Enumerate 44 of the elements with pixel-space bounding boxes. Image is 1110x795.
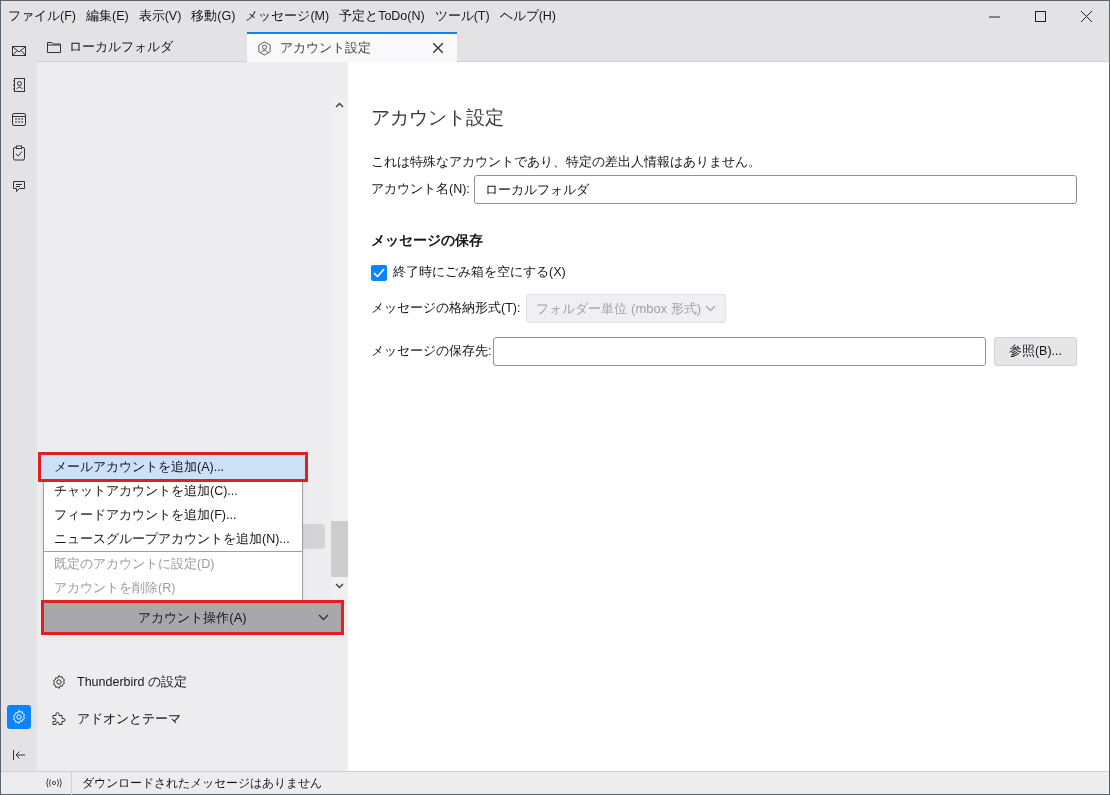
location-field[interactable] <box>493 337 986 366</box>
field-label: メッセージの格納形式(T): <box>371 300 521 318</box>
scroll-up-icon[interactable] <box>335 102 344 108</box>
menu-item[interactable]: フィードアカウントを追加(F)... <box>44 503 302 527</box>
account-icon <box>257 40 272 56</box>
chevron-icon <box>318 614 329 621</box>
account-actions-button[interactable]: アカウント操作(A) <box>41 600 344 635</box>
tab[interactable]: ローカルフォルダ <box>37 32 247 62</box>
menu-item[interactable]: チャットアカウントを追加(C)... <box>44 479 302 503</box>
menu-item[interactable]: ニュースグループアカウントを追加(N)... <box>44 527 302 551</box>
close-icon[interactable] <box>1080 11 1092 22</box>
status-text: ダウンロードされたメッセージはありません <box>82 775 322 792</box>
puzzle-icon <box>51 711 67 727</box>
checkbox[interactable] <box>371 264 387 281</box>
menu-item[interactable]: 表示(V) <box>133 4 187 29</box>
tab[interactable]: アカウント設定 <box>247 32 457 62</box>
minimize-icon[interactable] <box>988 15 1000 18</box>
browse-button[interactable]: 参照(B)... <box>994 337 1077 366</box>
menu-item[interactable]: 編集(E) <box>80 4 134 29</box>
account-name-field[interactable]: ローカルフォルダ <box>473 175 1077 205</box>
menu-item[interactable]: ツール(T) <box>429 4 495 29</box>
menu-item[interactable]: 移動(G) <box>186 4 241 29</box>
folder-icon <box>47 41 61 53</box>
page-title: アカウント設定 <box>371 106 505 130</box>
scroll-down-icon[interactable] <box>335 583 344 589</box>
sidebar-link[interactable]: アドオンとテーマ <box>51 709 187 729</box>
gear-icon <box>51 674 67 690</box>
online-status-icon[interactable] <box>45 778 63 788</box>
menu-item[interactable]: ヘルプ(H) <box>494 4 561 29</box>
menu-item[interactable]: ファイル(F) <box>3 4 81 29</box>
field-label: メッセージの保存先: <box>371 343 492 361</box>
menu-item[interactable]: メッセージ(M) <box>240 4 335 29</box>
sidebar-link[interactable]: Thunderbird の設定 <box>51 672 187 692</box>
maximize-icon[interactable] <box>1034 11 1046 22</box>
description-text: これは特殊なアカウントであり、特定の差出人情報はありません。 <box>371 153 762 171</box>
checkbox-label: 終了時にごみ箱を空にする(X) <box>393 264 566 282</box>
settings-button[interactable] <box>7 705 31 729</box>
menu-item[interactable]: メールアカウントを追加(A)... <box>41 455 305 479</box>
menu-item[interactable]: 予定とToDo(N) <box>334 4 430 29</box>
chevron-icon <box>705 305 717 312</box>
section-heading: メッセージの保存 <box>371 231 484 251</box>
scrollbar-thumb[interactable] <box>331 521 348 577</box>
field-label: アカウント名(N): <box>371 181 470 199</box>
gear-icon <box>11 709 27 725</box>
